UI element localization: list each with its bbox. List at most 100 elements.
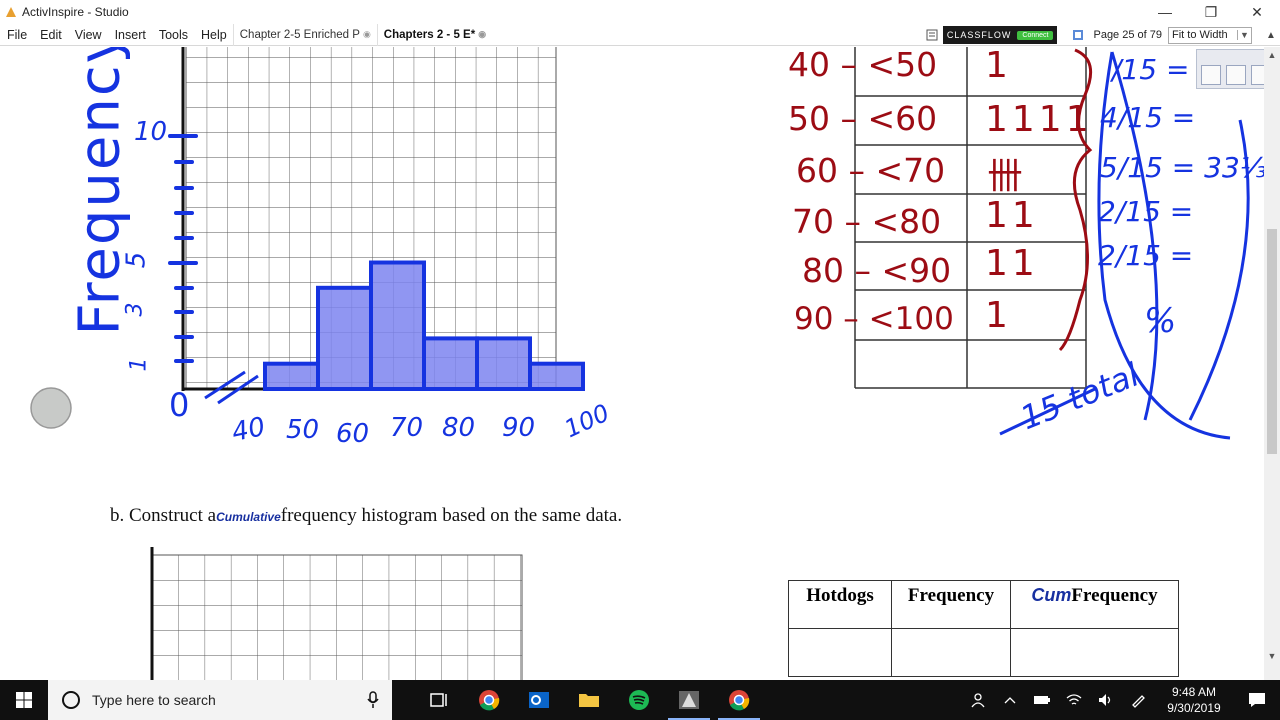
- file-explorer-icon[interactable]: [564, 680, 614, 720]
- menu-bar: File Edit View Insert Tools Help Chapter…: [0, 23, 1280, 46]
- table-row: [788, 628, 1179, 677]
- caret-up-icon[interactable]: ▲: [1266, 30, 1280, 41]
- tab-close-icon[interactable]: ◉: [363, 29, 371, 40]
- range-row: 40 – <50: [788, 47, 938, 84]
- fraction-row: %: [1144, 301, 1177, 341]
- volume-icon[interactable]: [1090, 680, 1122, 720]
- task-view-icon[interactable]: [414, 680, 464, 720]
- fraction-row: 5/15 = 33⅓: [1100, 151, 1264, 184]
- origin-zero: 0: [169, 386, 190, 424]
- search-icon: [62, 691, 80, 709]
- spotify-icon[interactable]: [614, 680, 664, 720]
- chrome-window-icon[interactable]: [714, 680, 764, 720]
- title-bar: ActivInspire - Studio — ❐ ✕: [0, 0, 1280, 24]
- histogram-bar-60-<70: [369, 260, 426, 391]
- activinspire-taskbar-icon[interactable]: [664, 680, 714, 720]
- scroll-up-icon[interactable]: ▲: [1264, 47, 1280, 63]
- x-tick-labels: 40 50 60 70 80 90 100: [228, 399, 628, 457]
- pen-marker-icon[interactable]: [30, 387, 72, 429]
- page-browser-icon[interactable]: [925, 28, 939, 42]
- menu-help[interactable]: Help: [194, 28, 233, 42]
- restore-button[interactable]: ❐: [1188, 0, 1234, 24]
- system-tray: 9:48 AM 9/30/2019: [962, 680, 1280, 720]
- table-header-row: Hotdogs Frequency CumFrequency: [788, 580, 1179, 629]
- range-row: 50 – <60: [788, 99, 938, 138]
- start-button[interactable]: [0, 680, 48, 720]
- chrome-icon[interactable]: [464, 680, 514, 720]
- menu-file[interactable]: File: [0, 28, 33, 42]
- page-prev-icon[interactable]: [1201, 65, 1221, 85]
- window-title: ActivInspire - Studio: [22, 5, 129, 19]
- page-indicator: Page 25 of 79: [1093, 29, 1162, 41]
- x-tick-70: 70: [390, 413, 424, 443]
- cumulative-grid: [151, 554, 523, 680]
- page-icon: [1073, 30, 1084, 40]
- range-row: 60 – <70: [796, 151, 946, 190]
- activinspire-icon: [6, 7, 16, 17]
- fraction-row: 4/15 =: [1100, 101, 1196, 134]
- classflow-connect-label: Connect: [1017, 30, 1054, 40]
- chevron-down-icon: ▼: [1237, 30, 1251, 40]
- y-axis-label: Frequency: [67, 47, 133, 336]
- fraction-row: 2/15 =: [1098, 239, 1194, 272]
- tab-chapter-2-5-enriched[interactable]: Chapter 2-5 Enriched P ◉: [232, 23, 377, 46]
- range-row: 70 – <80: [792, 202, 942, 241]
- window-controls: — ❐ ✕: [1142, 0, 1280, 24]
- outlook-icon[interactable]: [514, 680, 564, 720]
- y-tick-3: 3: [122, 302, 148, 317]
- cumulative-frequency-table: Hotdogs Frequency CumFrequency: [788, 580, 1179, 677]
- tally-row: 卌: [987, 156, 1028, 197]
- cum-ink: Cum: [1031, 585, 1072, 605]
- menu-insert[interactable]: Insert: [108, 28, 152, 42]
- histogram-bar-50-<60: [316, 285, 373, 391]
- x-tick-90: 90: [502, 413, 536, 443]
- taskbar-clock[interactable]: 9:48 AM 9/30/2019: [1154, 684, 1234, 716]
- problem-b-suffix: frequency histogram based on the same da…: [280, 505, 623, 526]
- tab-label: Chapter 2-5 Enriched P: [239, 28, 360, 41]
- table-cell[interactable]: [788, 628, 892, 677]
- pen-icon[interactable]: [1122, 680, 1154, 720]
- minimize-button[interactable]: —: [1142, 0, 1188, 24]
- scroll-down-icon[interactable]: ▼: [1264, 648, 1280, 664]
- taskbar-search[interactable]: Type here to search: [48, 680, 392, 720]
- table-cell[interactable]: [1010, 628, 1179, 677]
- tally-row: 1: [985, 47, 1012, 86]
- tab-chapters-2-5[interactable]: Chapters 2 - 5 E* ◉: [376, 23, 492, 46]
- fraction-row: /15 =: [1112, 53, 1190, 86]
- tally-row: 11: [985, 195, 1039, 236]
- problem-b-prefix: b. Construct a: [110, 505, 217, 526]
- flipchart-canvas[interactable]: Frequency 10 5 3 1 0 40 50 60 70 80 90 1…: [0, 47, 1264, 680]
- tally-row: 1: [985, 295, 1012, 336]
- menu-right-tools: CLASSFLOW Connect Page 25 of 79 Fit to W…: [921, 24, 1280, 46]
- menu-view[interactable]: View: [68, 28, 108, 42]
- battery-icon[interactable]: [1026, 680, 1058, 720]
- clock-time: 9:48 AM: [1171, 685, 1217, 699]
- microphone-icon[interactable]: [366, 691, 380, 709]
- tab-close-icon[interactable]: ◉: [478, 29, 486, 40]
- wifi-icon[interactable]: [1058, 680, 1090, 720]
- close-button[interactable]: ✕: [1234, 0, 1280, 24]
- zoom-select[interactable]: Fit to Width ▼: [1168, 26, 1252, 44]
- problem-b-text: b. Construct aCumulativefrequency histog…: [110, 505, 622, 527]
- y-tick-10: 10: [134, 117, 168, 147]
- header-cum-frequency-label: Frequency: [1071, 585, 1158, 606]
- menu-edit[interactable]: Edit: [33, 28, 68, 42]
- app-window: ActivInspire - Studio — ❐ ✕ File Edit Vi…: [0, 0, 1280, 720]
- x-tick-80: 80: [442, 413, 476, 443]
- problem-b-ink: Cumulative: [216, 510, 281, 524]
- notifications-icon[interactable]: [1234, 680, 1280, 720]
- chevron-up-icon[interactable]: [994, 680, 1026, 720]
- scroll-thumb[interactable]: [1267, 229, 1277, 454]
- page-back-icon[interactable]: [1226, 65, 1246, 85]
- people-icon[interactable]: [962, 680, 994, 720]
- header-cum-frequency: CumFrequency: [1010, 580, 1179, 629]
- tab-label: Chapters 2 - 5 E*: [383, 28, 476, 41]
- table-cell[interactable]: [891, 628, 1011, 677]
- tally-row: 1111: [985, 99, 1093, 140]
- vertical-scrollbar[interactable]: ▲ ▼: [1264, 47, 1280, 680]
- fraction-row: 2/15 =: [1098, 195, 1194, 228]
- fractions: /15 = 4/15 = 5/15 = 33⅓ 2/15 = 2/15 = %: [1098, 47, 1264, 377]
- menu-tools[interactable]: Tools: [152, 28, 194, 42]
- y-tick-1: 1: [126, 357, 152, 372]
- classflow-connect-button[interactable]: CLASSFLOW Connect: [942, 26, 1058, 44]
